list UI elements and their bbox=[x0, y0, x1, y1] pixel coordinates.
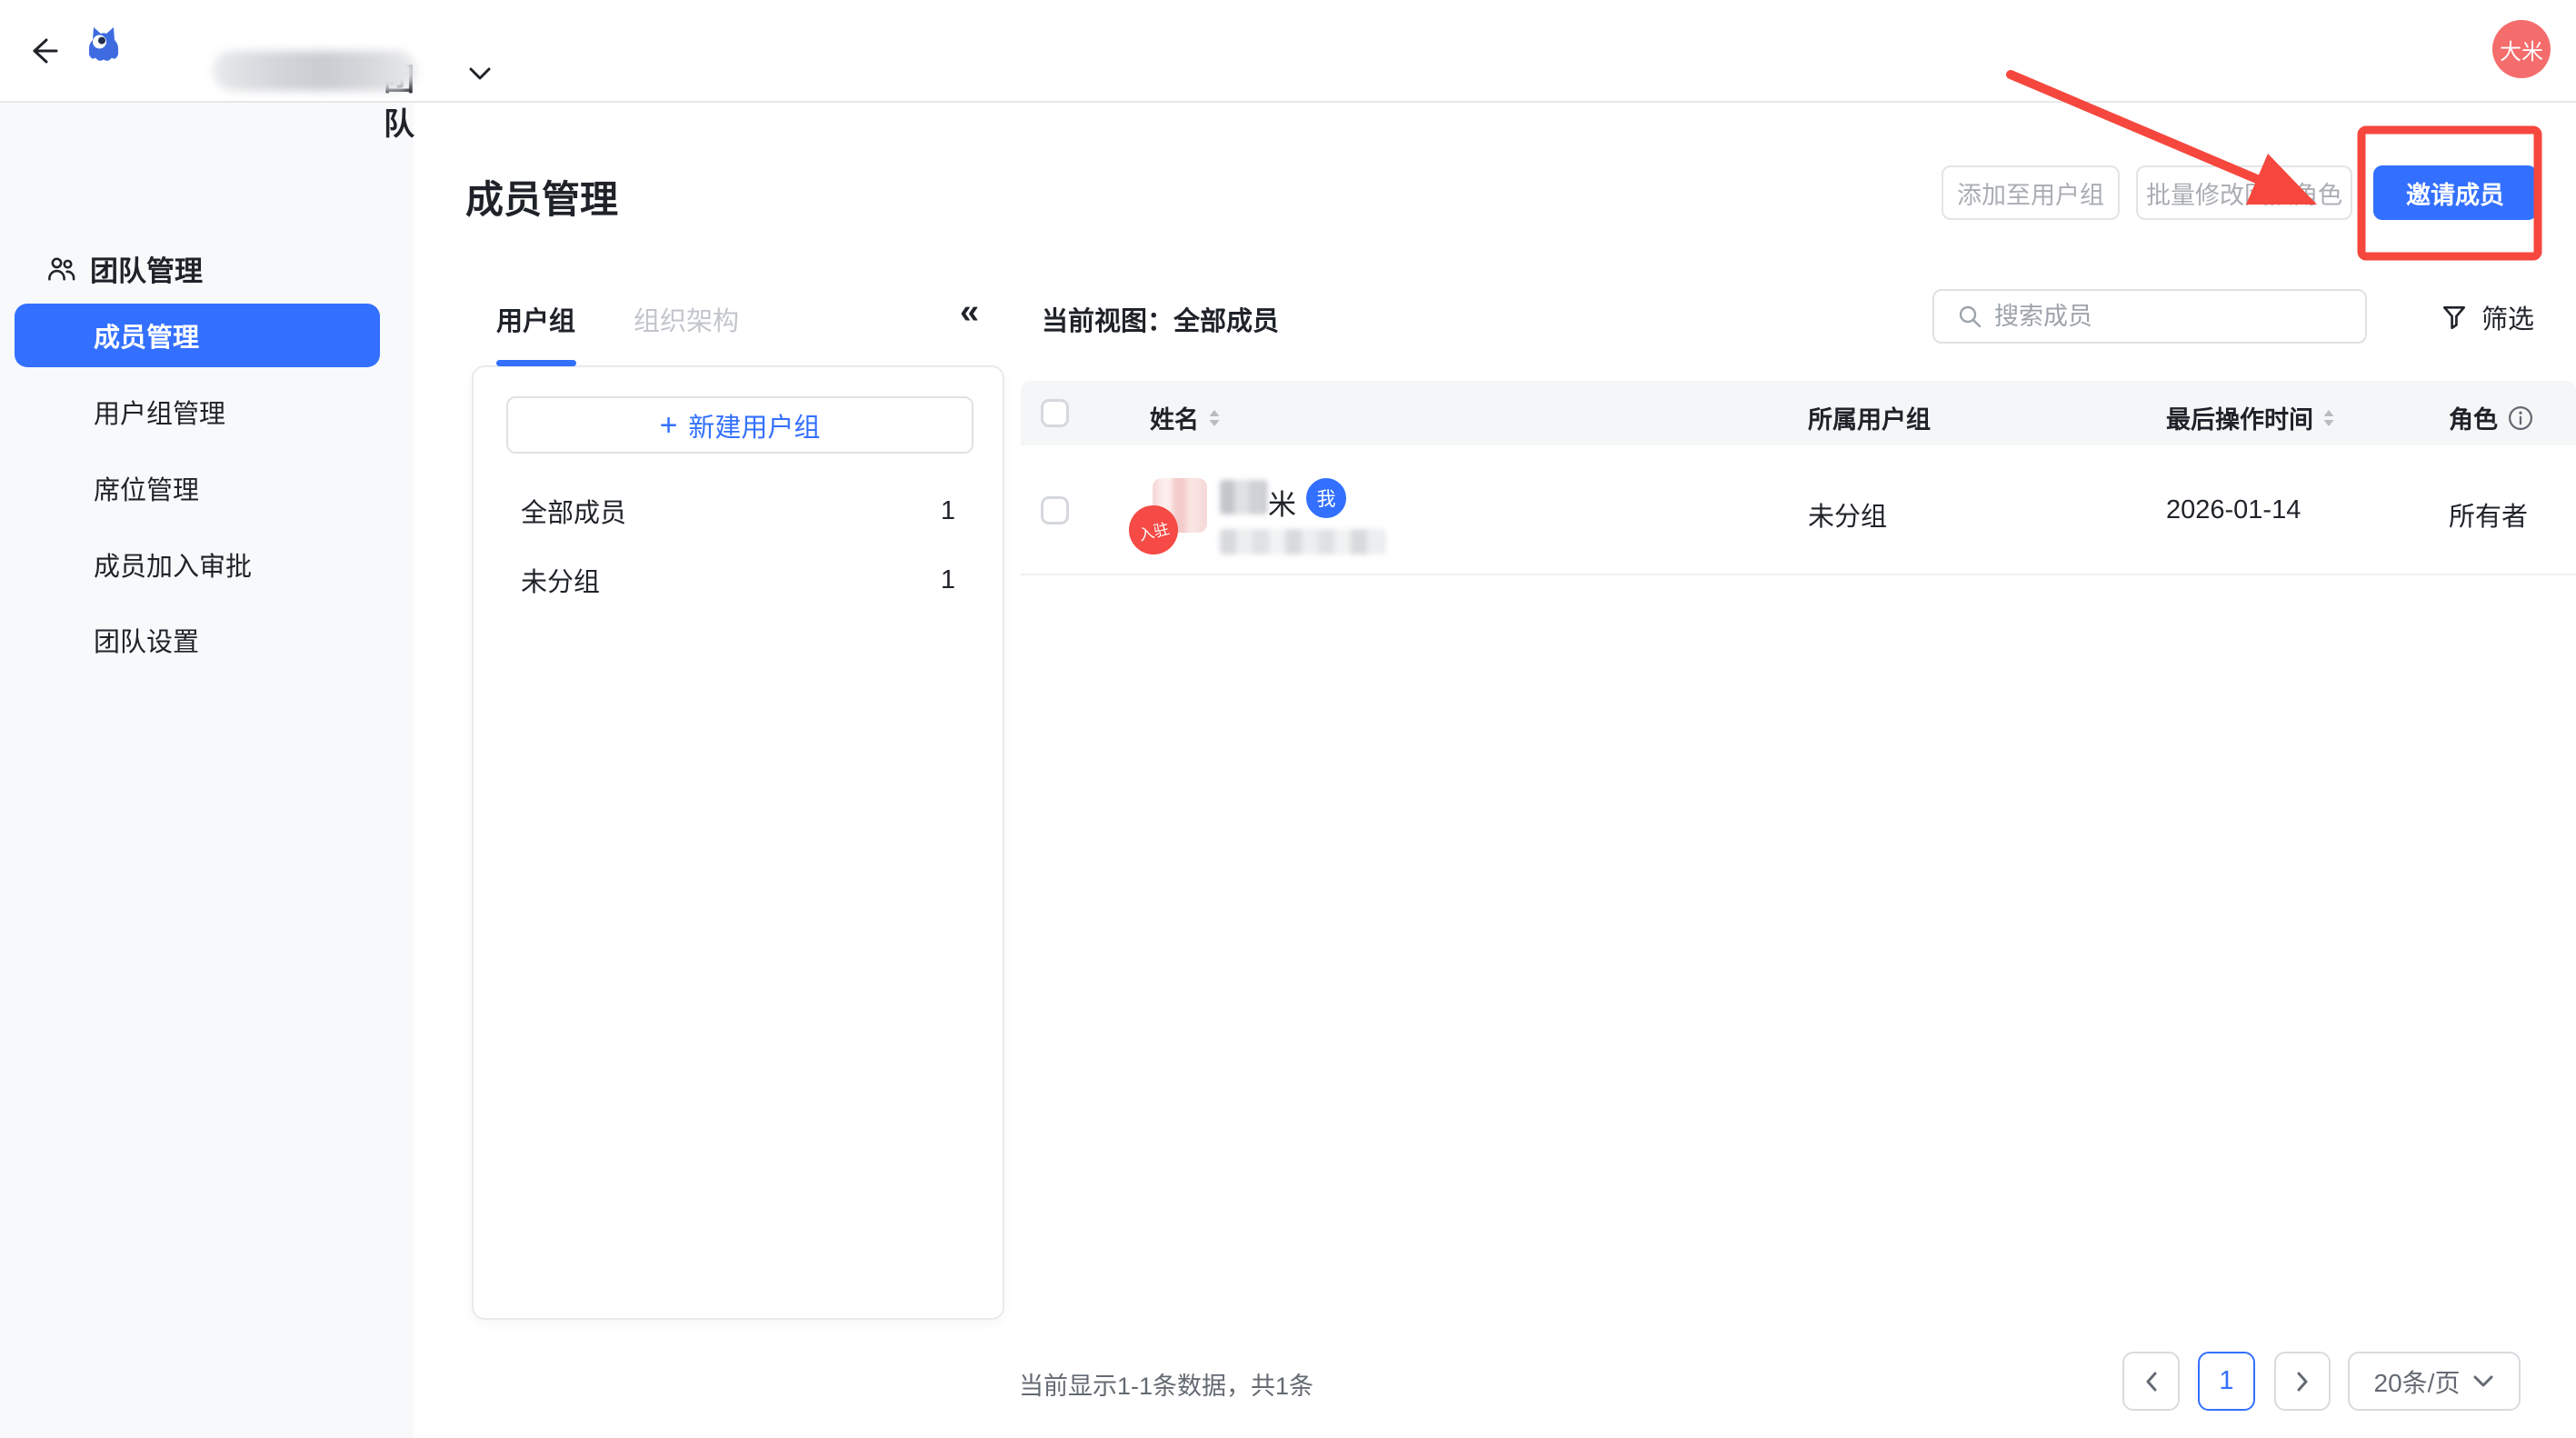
me-badge: 我 bbox=[1303, 475, 1349, 521]
sidebar-item-join-approval[interactable]: 成员加入审批 bbox=[15, 533, 380, 596]
group-item-ungrouped[interactable]: 未分组 1 bbox=[474, 547, 1006, 613]
cell-role: 所有者 bbox=[2449, 495, 2528, 534]
funnel-icon bbox=[2440, 303, 2469, 332]
chevron-down-icon bbox=[2472, 1374, 2494, 1389]
column-header-last-active[interactable]: 最后操作时间 bbox=[2166, 400, 2335, 435]
group-count: 1 bbox=[941, 496, 955, 526]
member-name-redacted bbox=[1220, 480, 1267, 514]
new-usergroup-label: 新建用户组 bbox=[688, 406, 820, 444]
member-account-redacted bbox=[1220, 529, 1385, 554]
active-tab-underline bbox=[496, 360, 576, 366]
member-name-visible-char: 米 bbox=[1268, 482, 1296, 523]
info-icon[interactable] bbox=[2507, 404, 2534, 432]
user-group-panel: + 新建用户组 全部成员 1 未分组 1 bbox=[472, 365, 1004, 1320]
app-logo-monster-icon bbox=[82, 24, 125, 67]
group-name: 全部成员 bbox=[521, 492, 626, 530]
add-to-usergroup-button[interactable]: 添加至用户组 bbox=[1942, 165, 2120, 220]
prev-page-button[interactable] bbox=[2122, 1352, 2180, 1411]
row-checkbox[interactable] bbox=[1041, 496, 1069, 524]
tab-user-groups[interactable]: 用户组 bbox=[496, 300, 575, 338]
sort-icon[interactable] bbox=[1208, 409, 1221, 427]
page-size-select[interactable]: 20条/页 bbox=[2348, 1352, 2521, 1411]
group-item-all-members[interactable]: 全部成员 1 bbox=[474, 478, 1006, 544]
members-table-header: 姓名 所属用户组 最后操作时间 角色 bbox=[1021, 381, 2576, 445]
filter-button[interactable]: 筛选 bbox=[2440, 298, 2534, 336]
current-view-label: 当前视图：全部成员 bbox=[1042, 300, 1279, 338]
new-usergroup-button[interactable]: + 新建用户组 bbox=[506, 396, 973, 454]
select-all-checkbox[interactable] bbox=[1041, 399, 1069, 427]
next-page-button[interactable] bbox=[2274, 1352, 2331, 1411]
sort-icon[interactable] bbox=[2322, 409, 2335, 427]
collapse-panel-icon[interactable]: « bbox=[960, 293, 975, 332]
column-header-usergroup[interactable]: 所属用户组 bbox=[1808, 400, 1931, 435]
sidebar-section-title: 团队管理 bbox=[90, 248, 203, 289]
group-name: 未分组 bbox=[521, 561, 600, 599]
plus-icon: + bbox=[660, 410, 678, 441]
member-row[interactable]: 入驻 米 我 未分组 2026-01-14 所有者 bbox=[1021, 445, 2576, 575]
group-count: 1 bbox=[941, 565, 955, 595]
pagination-summary: 当前显示1-1条数据，共1条 bbox=[1019, 1366, 1313, 1402]
invite-member-button[interactable]: 邀请成员 bbox=[2373, 165, 2537, 220]
page-title: 成员管理 bbox=[465, 169, 618, 225]
member-search-box[interactable] bbox=[1932, 289, 2367, 344]
sidebar-section-header: 团队管理 bbox=[45, 248, 203, 289]
team-name-redacted bbox=[213, 51, 416, 91]
filter-label: 筛选 bbox=[2481, 298, 2534, 336]
search-input[interactable] bbox=[1994, 303, 2340, 331]
sidebar: 团队管理 成员管理 用户组管理 席位管理 成员加入审批 团队设置 bbox=[0, 103, 414, 1438]
user-avatar[interactable]: 大米 bbox=[2492, 20, 2551, 78]
column-header-role[interactable]: 角色 bbox=[2449, 400, 2534, 435]
sidebar-item-seat-management[interactable]: 席位管理 bbox=[15, 456, 380, 520]
search-icon bbox=[1956, 303, 1983, 330]
chevron-down-icon bbox=[468, 65, 492, 82]
tab-org-structure[interactable]: 组织架构 bbox=[634, 300, 739, 338]
sidebar-item-usergroup-management[interactable]: 用户组管理 bbox=[15, 380, 380, 444]
cell-usergroup: 未分组 bbox=[1808, 495, 1887, 534]
back-icon[interactable] bbox=[24, 31, 64, 71]
sidebar-item-member-management[interactable]: 成员管理 bbox=[15, 304, 380, 367]
sidebar-item-team-settings[interactable]: 团队设置 bbox=[15, 608, 380, 672]
column-header-name[interactable]: 姓名 bbox=[1150, 400, 1221, 435]
top-navbar: 团队 大米 bbox=[0, 0, 2576, 103]
cell-last-active: 2026-01-14 bbox=[2166, 495, 2301, 525]
page-number-button[interactable]: 1 bbox=[2198, 1352, 2255, 1411]
member-management-app: 团队 大米 团队管理 成员管理 用户组管理 席位管理 成员加入审批 团队设置 成… bbox=[0, 0, 2576, 1438]
team-management-icon bbox=[45, 253, 77, 285]
batch-edit-role-button[interactable]: 批量修改团队角色 bbox=[2136, 165, 2352, 220]
